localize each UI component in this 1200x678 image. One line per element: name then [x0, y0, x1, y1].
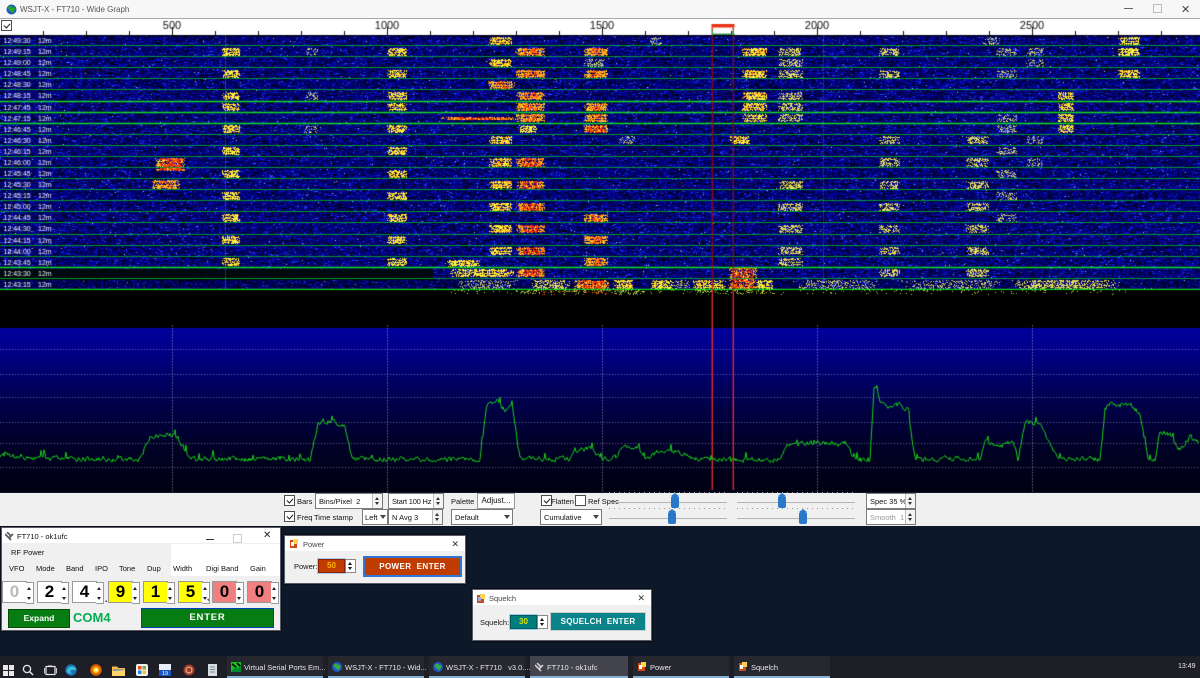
svg-text:19: 19	[162, 671, 168, 676]
